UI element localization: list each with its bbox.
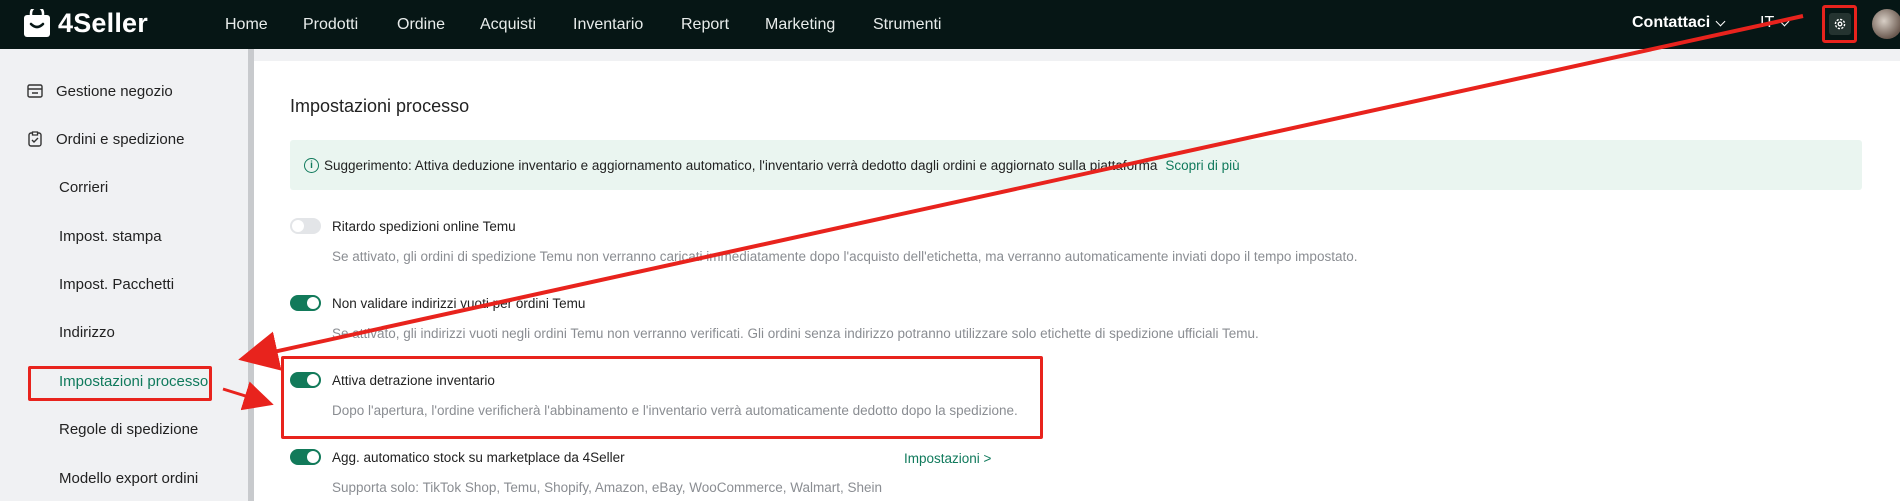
arrow-to-inventory-setting — [222, 381, 274, 411]
annotation-arrows — [222, 14, 1804, 411]
arrow-to-sidebar-item — [238, 14, 1804, 371]
